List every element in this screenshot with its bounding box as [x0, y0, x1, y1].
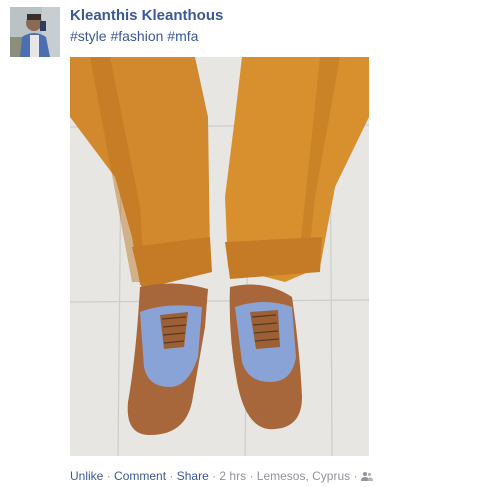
hashtag-mfa[interactable]: #mfa — [167, 28, 198, 44]
post-time[interactable]: 2 hrs — [219, 469, 246, 483]
avatar[interactable] — [10, 7, 60, 57]
post-location[interactable]: Lemesos, Cyprus — [257, 469, 350, 483]
author-name[interactable]: Kleanthis Kleanthous — [70, 7, 223, 24]
hashtag-style[interactable]: #style — [70, 28, 107, 44]
post-actions: Unlike · Comment · Share · 2 hrs · Lemes… — [70, 469, 373, 484]
separator: · — [103, 469, 115, 483]
separator: · — [166, 469, 177, 483]
comment-link[interactable]: Comment — [114, 469, 166, 483]
friends-icon[interactable] — [360, 470, 373, 484]
post-photo[interactable] — [70, 57, 369, 456]
share-link[interactable]: Share — [177, 469, 209, 483]
photo-illustration — [70, 57, 369, 456]
hashtag-fashion[interactable]: #fashion — [110, 28, 163, 44]
unlike-link[interactable]: Unlike — [70, 469, 103, 483]
separator: · — [350, 469, 361, 483]
hashtags: #style #fashion #mfa — [70, 28, 198, 44]
profile-picture — [10, 7, 60, 57]
separator: · — [208, 469, 220, 483]
separator: · — [246, 469, 257, 483]
